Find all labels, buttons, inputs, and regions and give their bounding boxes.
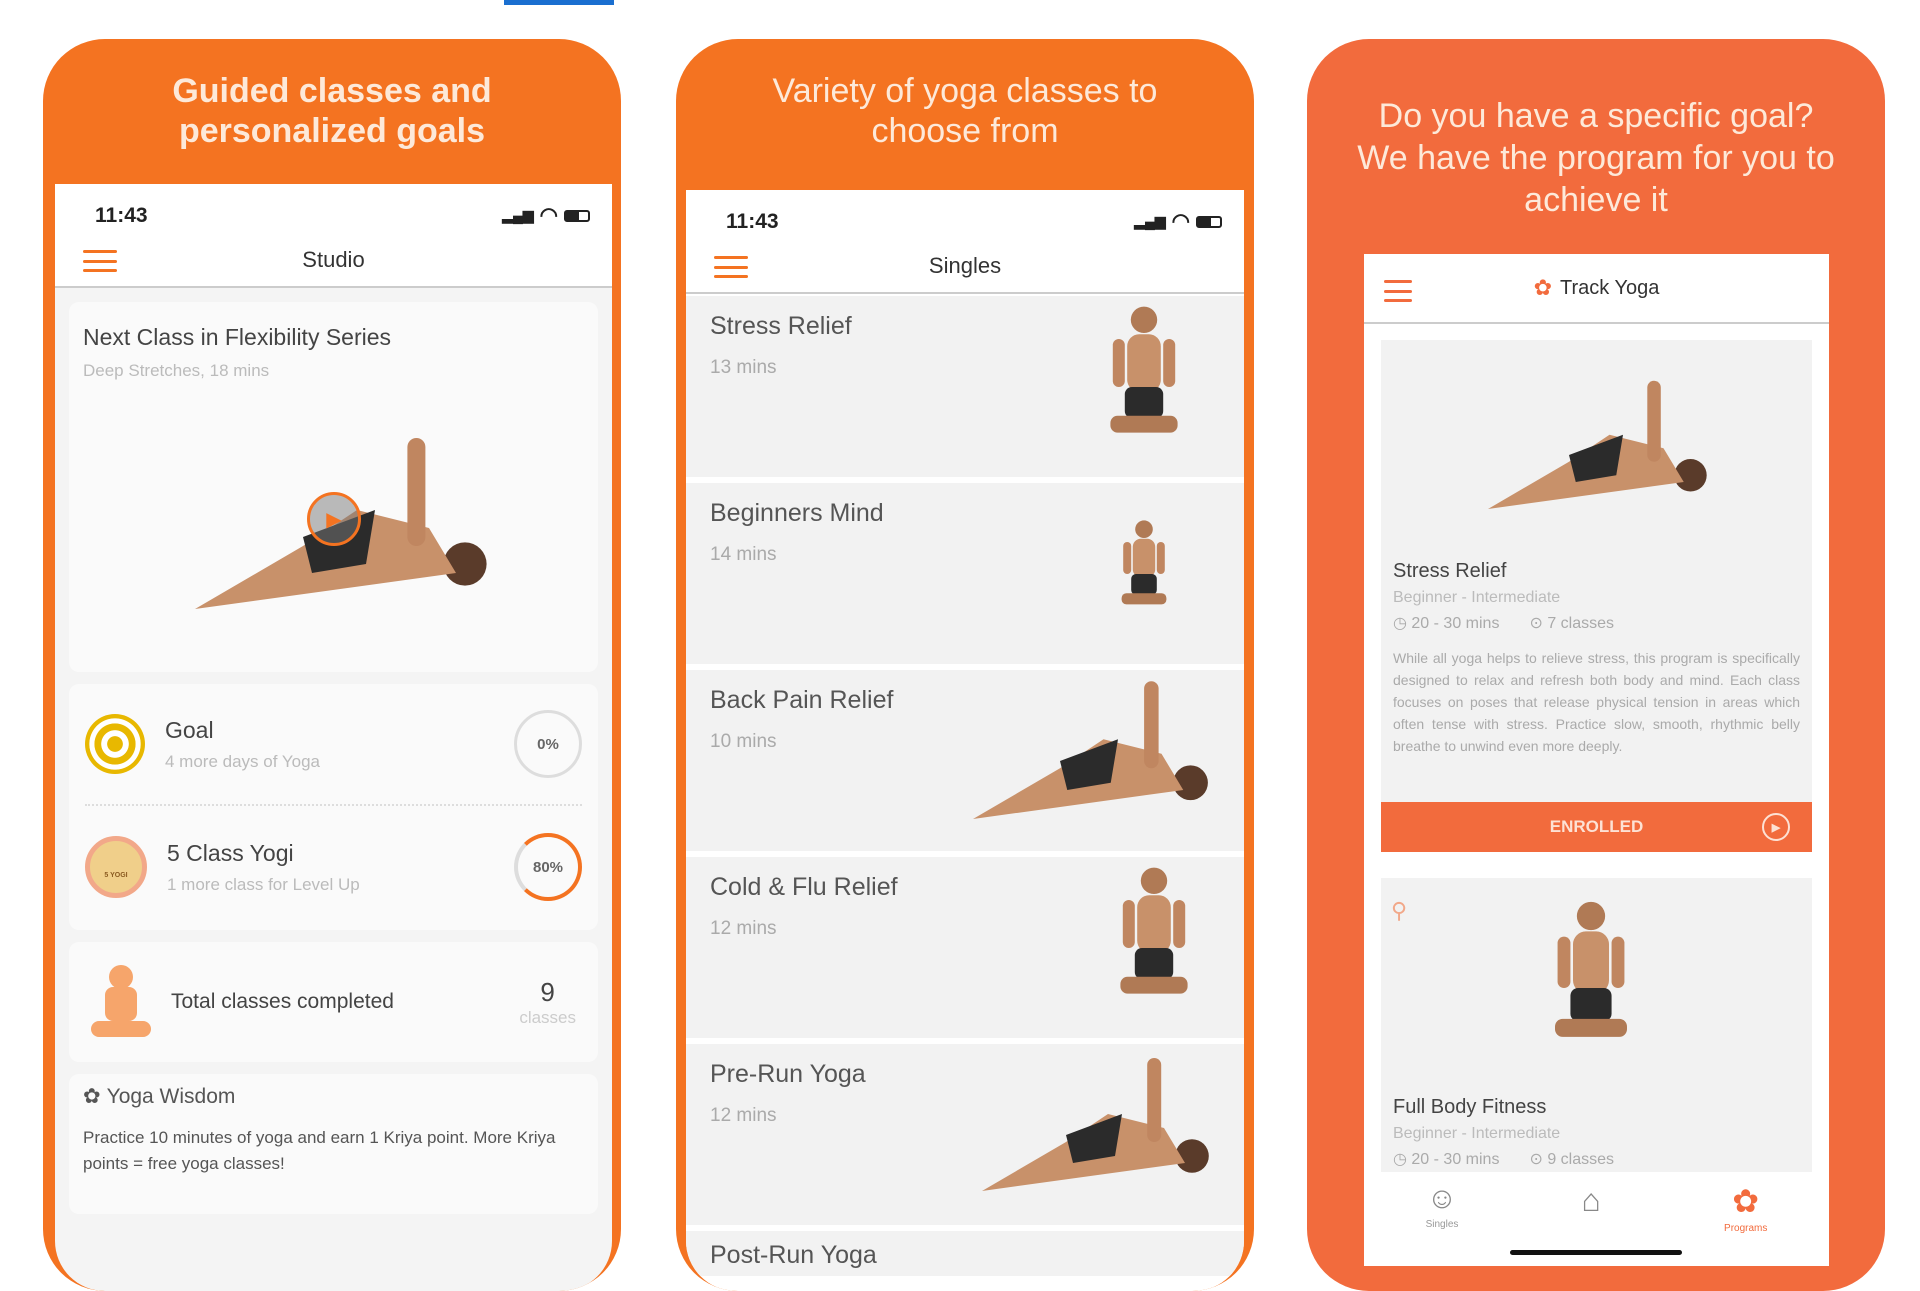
status-bar: 11:43 ▂▄▆ ◠	[55, 184, 612, 234]
meditation-icon: ☺	[1426, 1182, 1458, 1215]
yoga-pose-image	[1555, 901, 1627, 1037]
next-class-card[interactable]: Next Class in Flexibility Series Deep St…	[69, 302, 598, 672]
lotus-icon: ✿	[1732, 1183, 1760, 1219]
yogi-badge-icon: 5 YOGI	[85, 836, 147, 898]
nav-bar: ✿ Track Yoga	[1364, 254, 1829, 324]
signal-icon: ▂▄▆	[502, 207, 534, 223]
phone-singles: Variety of yoga classes to choose from 11…	[676, 39, 1254, 1291]
next-class-title: Next Class in Flexibility Series	[83, 324, 392, 350]
nav-title: Track Yoga	[1560, 276, 1660, 299]
wisdom-title: Yoga Wisdom	[106, 1084, 236, 1108]
tab-singles[interactable]: ☺ Singles	[1426, 1182, 1459, 1230]
target-icon	[85, 714, 145, 774]
yoga-pose-image	[1120, 867, 1188, 994]
phone-studio: Guided classes and personalized goals 11:…	[43, 39, 621, 1291]
play-circle-icon: ⊙ 7 classes	[1529, 615, 1615, 632]
lotus-icon: ✿	[83, 1085, 101, 1108]
total-classes-unit: classes	[519, 1007, 576, 1027]
nav-title: Singles	[928, 253, 1002, 278]
singles-screen: 11:43 ▂▄▆ ◠ Singles Stress Relief 13 mins …	[686, 190, 1244, 1291]
class-list: Stress Relief 13 mins Beginners Mind 14 mi…	[686, 294, 1244, 1276]
top-accent-bar	[504, 0, 614, 5]
yoga-pose-image	[1121, 520, 1167, 605]
play-button[interactable]: ▶	[307, 492, 361, 546]
wifi-icon: ◠	[1171, 210, 1190, 233]
program-description: While all yoga helps to relieve stress, …	[1393, 650, 1800, 754]
meditation-icon	[91, 965, 151, 1039]
clock-icon: ◷ 20 - 30 mins	[1393, 615, 1500, 632]
tab-home[interactable]: ⌂	[1582, 1182, 1601, 1222]
nav-bar: Studio	[55, 234, 612, 288]
goal-subtitle: 4 more days of Yoga	[165, 751, 321, 771]
class-title: Post-Run Yoga	[710, 1241, 877, 1269]
program-level: Beginner - Intermediate	[1393, 1125, 1561, 1142]
battery-icon	[1196, 215, 1222, 228]
progress-card: Goal 4 more days of Yoga 0% 5 YOGI 5 Clas…	[69, 684, 598, 930]
yoga-pose-image	[1488, 380, 1707, 509]
play-circle-icon: ▶	[1762, 813, 1790, 841]
wisdom-text: Practice 10 minutes of yoga and earn 1 K…	[83, 1128, 556, 1173]
nav-bar: Singles	[686, 240, 1244, 294]
yoga-pose-image	[973, 681, 1208, 819]
home-icon: ⌂	[1581, 1182, 1601, 1218]
program-title: Stress Relief	[1393, 560, 1507, 582]
enrolled-button[interactable]: ENROLLED ▶	[1381, 802, 1812, 852]
clock: 11:43	[95, 204, 148, 227]
lock-icon: ⚲	[1391, 898, 1408, 923]
status-bar: 11:43 ▂▄▆ ◠	[686, 190, 1244, 240]
level-row[interactable]: 5 YOGI 5 Class Yogi 1 more class for Leve…	[85, 806, 582, 928]
signal-icon: ▂▄▆	[1134, 213, 1166, 229]
goal-progress-ring: 0%	[514, 710, 582, 778]
nav-title: Studio	[302, 247, 365, 272]
clock: 11:43	[726, 210, 779, 233]
yoga-wisdom-card: ✿ Yoga Wisdom Practice 10 minutes of yoga…	[69, 1074, 598, 1214]
yoga-pose-image	[982, 1058, 1209, 1191]
level-progress-ring: 80%	[514, 833, 582, 901]
total-classes-label: Total classes completed	[171, 990, 394, 1013]
level-title: 5 Class Yogi	[167, 839, 294, 866]
promo-title: Guided classes and personalized goals	[172, 72, 492, 150]
list-item[interactable]: Pre-Run Yoga 12 mins	[686, 1044, 1244, 1225]
goal-title: Goal	[165, 716, 214, 743]
total-classes-count: 9	[540, 976, 555, 1007]
list-item[interactable]: Cold & Flu Relief 12 mins	[686, 857, 1244, 1038]
level-subtitle: 1 more class for Level Up	[167, 874, 360, 894]
program-level: Beginner - Intermediate	[1393, 589, 1561, 606]
list-item[interactable]: Back Pain Relief 10 mins	[686, 670, 1244, 851]
phone-programs: Do you have a specific goal? We have the …	[1307, 39, 1885, 1291]
next-class-subtitle: Deep Stretches, 18 mins	[83, 361, 270, 380]
tab-programs[interactable]: ✿ Programs	[1724, 1182, 1767, 1234]
list-item[interactable]: Stress Relief 13 mins	[686, 296, 1244, 477]
wifi-icon: ◠	[539, 204, 558, 227]
list-item[interactable]: Post-Run Yoga	[686, 1231, 1244, 1276]
list-item[interactable]: Beginners Mind 14 mins	[686, 483, 1244, 664]
promo-title: Do you have a specific goal? We have the …	[1357, 97, 1835, 219]
promo-title: Variety of yoga classes to choose from	[772, 72, 1158, 150]
program-card[interactable]: ⚲ Full Body Fitness Beginner - Intermedi…	[1381, 878, 1812, 1178]
play-circle-icon: ⊙ 9 classes	[1529, 1151, 1615, 1168]
home-indicator	[1510, 1250, 1682, 1255]
clock-icon: ◷ 20 - 30 mins	[1393, 1151, 1500, 1168]
battery-icon	[564, 209, 590, 222]
programs-screen: ✿ Track Yoga Stress Relief Beginner - Int…	[1364, 254, 1829, 1266]
goal-row[interactable]: Goal 4 more days of Yoga 0%	[85, 684, 582, 806]
program-title: Full Body Fitness	[1393, 1096, 1547, 1118]
menu-icon[interactable]	[1384, 280, 1412, 302]
menu-icon[interactable]	[83, 250, 117, 272]
yoga-pose-image	[1110, 306, 1178, 433]
lotus-icon: ✿	[1533, 275, 1553, 300]
menu-icon[interactable]	[714, 256, 748, 278]
program-card[interactable]: Stress Relief Beginner - Intermediate ◷ …	[1381, 340, 1812, 802]
total-classes-card: Total classes completed 9 classes	[69, 942, 598, 1062]
studio-screen: 11:43 ▂▄▆ ◠ Studio Next Class in Flexibil…	[55, 184, 612, 1291]
